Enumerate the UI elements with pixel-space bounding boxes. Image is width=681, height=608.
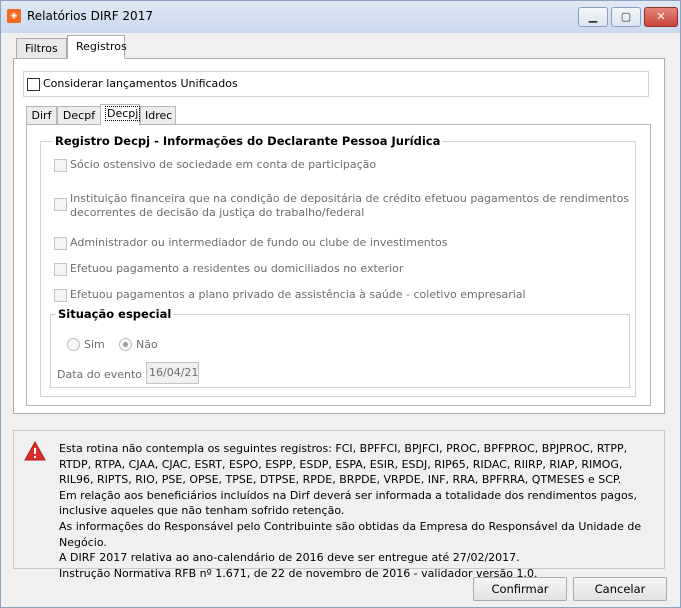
administrador-fundo-label: Administrador ou intermediador de fundo … (70, 236, 448, 249)
decpj-panel: Registro Decpj - Informações do Declaran… (26, 124, 651, 406)
subtab-decpj[interactable]: Decpj (100, 104, 141, 126)
info-line: A DIRF 2017 relativa ao ano-calendário d… (59, 551, 520, 565)
unificados-checkbox[interactable] (27, 78, 40, 91)
subtab-decpf[interactable]: Decpf (57, 106, 101, 125)
decpj-group: Registro Decpj - Informações do Declaran… (40, 134, 636, 397)
unificados-label[interactable]: Considerar lançamentos Unificados (43, 77, 238, 90)
data-evento-label: Data do evento (57, 368, 143, 381)
warning-icon (24, 441, 46, 461)
info-line: Instrução Normativa RFB nº 1.671, de 22 … (59, 566, 538, 580)
radio-nao-label[interactable]: Não (136, 338, 158, 351)
close-icon: ✕ (656, 10, 666, 23)
cancel-button[interactable]: Cancelar (573, 577, 667, 601)
info-line: Em relação aos beneficiários incluídos n… (59, 488, 637, 518)
radio-sim-label[interactable]: Sim (84, 338, 105, 351)
residentes-exterior-checkbox[interactable] (54, 263, 67, 276)
info-line: Esta rotina não contempla os seguintes r… (59, 442, 628, 487)
subtab-decpj-label: Decpj (105, 106, 141, 121)
unificados-row: Considerar lançamentos Unificados (23, 71, 649, 97)
situacao-especial-title: Situação especial (56, 307, 174, 321)
subtab-dirf[interactable]: Dirf (26, 106, 57, 125)
maximize-icon: ▢ (620, 10, 632, 23)
situacao-especial-group: Situação especial Sim Não Data do evento… (50, 307, 630, 388)
radio-sim[interactable] (67, 338, 80, 351)
info-text: Esta rotina não contempla os seguintes r… (59, 441, 659, 581)
minimize-icon: ▁ (588, 10, 598, 23)
tab-registros[interactable]: Registros (67, 35, 127, 59)
tab-filtros[interactable]: Filtros (16, 38, 67, 59)
info-line: As informações do Responsável pelo Contr… (59, 519, 642, 549)
instituicao-financeira-checkbox[interactable] (54, 198, 67, 211)
confirm-button[interactable]: Confirmar (473, 577, 567, 601)
plano-saude-label: Efetuou pagamentos a plano privado de as… (70, 288, 526, 301)
maximize-button[interactable]: ▢ (611, 7, 641, 27)
radio-nao[interactable] (119, 338, 132, 351)
close-button[interactable]: ✕ (644, 7, 678, 27)
subtab-idrec[interactable]: Idrec (140, 106, 176, 125)
registros-panel: Considerar lançamentos Unificados Dirf D… (13, 58, 665, 414)
app-icon: ◈ (7, 9, 21, 23)
decpj-group-title: Registro Decpj - Informações do Declaran… (53, 134, 443, 148)
administrador-fundo-checkbox[interactable] (54, 237, 67, 250)
plano-saude-checkbox[interactable] (54, 289, 67, 302)
title-bar[interactable]: ◈ Relatórios DIRF 2017 ▁ ▢ ✕ (1, 1, 680, 33)
socio-ostensivo-label: Sócio ostensivo de sociedade em conta de… (70, 158, 377, 171)
residentes-exterior-label: Efetuou pagamento a residentes ou domici… (70, 262, 404, 275)
info-panel: Esta rotina não contempla os seguintes r… (13, 430, 665, 580)
dirf-dialog: ◈ Relatórios DIRF 2017 ▁ ▢ ✕ Filtros Reg… (0, 0, 681, 608)
window-title: Relatórios DIRF 2017 (27, 9, 153, 23)
instituicao-financeira-label: Instituição financeira que na condição d… (70, 192, 630, 219)
data-evento-input[interactable]: 16/04/21 (146, 362, 199, 384)
minimize-button[interactable]: ▁ (578, 7, 608, 27)
socio-ostensivo-checkbox[interactable] (54, 159, 67, 172)
